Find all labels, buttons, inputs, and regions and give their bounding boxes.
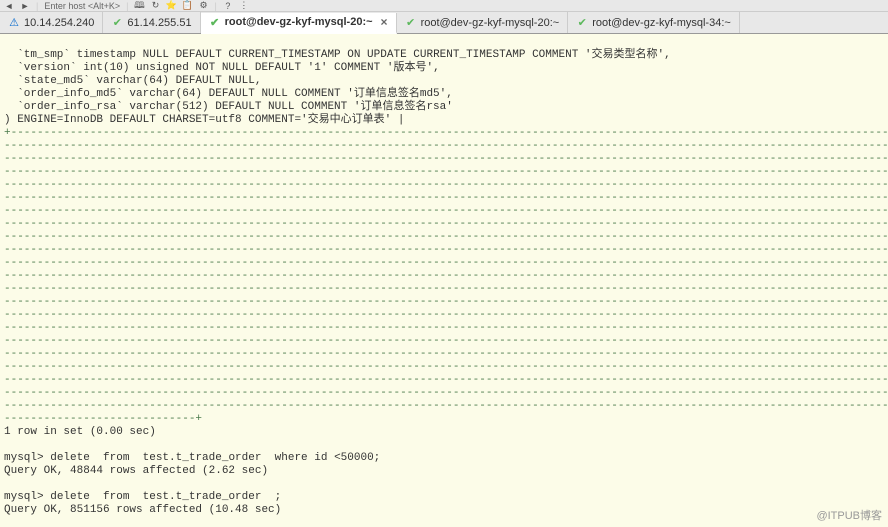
tab-1[interactable]: ✔ 61.14.255.51 bbox=[103, 12, 200, 33]
result-1: Query OK, 48844 rows affected (2.62 sec) bbox=[4, 465, 268, 477]
table-border: ----------------------------------------… bbox=[4, 205, 888, 217]
tab-3[interactable]: ✔ root@dev-gz-kyf-mysql-20:~ bbox=[397, 12, 569, 33]
table-border: ----------------------------------------… bbox=[4, 335, 888, 347]
ddl-line: `order_info_md5` varchar(64) DEFAULT NUL… bbox=[4, 88, 453, 100]
table-border: ----------------------------------------… bbox=[4, 283, 888, 295]
more-icon[interactable]: ⋮ bbox=[239, 1, 249, 11]
table-border: ----------------------------------------… bbox=[4, 192, 888, 204]
table-border: ----------------------------------------… bbox=[4, 361, 888, 373]
ddl-line: `version` int(10) unsigned NOT NULL DEFA… bbox=[4, 62, 440, 74]
tab-label: root@dev-gz-kyf-mysql-34:~ bbox=[592, 17, 731, 29]
terminal-output[interactable]: `tm_smp` timestamp NULL DEFAULT CURRENT_… bbox=[0, 34, 888, 527]
separator: | bbox=[214, 1, 216, 11]
table-border: ----------------------------------------… bbox=[4, 218, 888, 230]
table-border: ----------------------------------------… bbox=[4, 387, 888, 399]
table-border: ----------------------------------------… bbox=[4, 296, 888, 308]
nav-fwd-icon[interactable]: ► bbox=[20, 1, 30, 11]
table-border: ----------------------------------------… bbox=[4, 153, 888, 165]
tab-0[interactable]: ⚠ 10.14.254.240 bbox=[0, 12, 103, 33]
tool-icon-3[interactable]: ⭐ bbox=[166, 1, 176, 11]
tab-label: root@dev-gz-kyf-mysql-20:~ bbox=[225, 16, 373, 28]
table-border: -----------------------------+ bbox=[4, 413, 202, 425]
tool-icon-5[interactable]: ⚙ bbox=[198, 1, 208, 11]
separator: | bbox=[126, 1, 128, 11]
table-border: ----------------------------------------… bbox=[4, 400, 888, 412]
tool-icon-4[interactable]: 📋 bbox=[182, 1, 192, 11]
ddl-line: `order_info_rsa` varchar(512) DEFAULT NU… bbox=[4, 101, 453, 113]
ddl-line: ) ENGINE=InnoDB DEFAULT CHARSET=utf8 COM… bbox=[4, 114, 404, 126]
tab-label: root@dev-gz-kyf-mysql-20:~ bbox=[421, 17, 560, 29]
tab-bar: ⚠ 10.14.254.240 ✔ 61.14.255.51 ✔ root@de… bbox=[0, 12, 888, 34]
help-icon[interactable]: ? bbox=[223, 1, 233, 11]
table-border: ----------------------------------------… bbox=[4, 179, 888, 191]
table-border: ----------------------------------------… bbox=[4, 166, 888, 178]
tool-icon-1[interactable]: 🕮 bbox=[134, 1, 144, 11]
toolbar-top: ◄ ► | Enter host <Alt+K> | 🕮 ↻ ⭐ 📋 ⚙ | ?… bbox=[0, 0, 888, 12]
sql-line-1: mysql> delete from test.t_trade_order wh… bbox=[4, 452, 380, 464]
table-border: ----------------------------------------… bbox=[4, 309, 888, 321]
table-border: ----------------------------------------… bbox=[4, 374, 888, 386]
table-border: +---------------------------------------… bbox=[4, 127, 888, 139]
table-border: ----------------------------------------… bbox=[4, 257, 888, 269]
nav-back-icon[interactable]: ◄ bbox=[4, 1, 14, 11]
tool-icon-2[interactable]: ↻ bbox=[150, 1, 160, 11]
tab-4[interactable]: ✔ root@dev-gz-kyf-mysql-34:~ bbox=[568, 12, 740, 33]
table-border: ----------------------------------------… bbox=[4, 270, 888, 282]
check-icon: ✔ bbox=[576, 17, 588, 29]
table-border: ----------------------------------------… bbox=[4, 140, 888, 152]
host-input[interactable]: Enter host <Alt+K> bbox=[44, 1, 120, 11]
check-icon: ✔ bbox=[405, 17, 417, 29]
sql-line-2: mysql> delete from test.t_trade_order ; bbox=[4, 491, 281, 503]
check-icon: ✔ bbox=[209, 16, 221, 28]
tab-2[interactable]: ✔ root@dev-gz-kyf-mysql-20:~ × bbox=[201, 13, 397, 34]
table-border: ----------------------------------------… bbox=[4, 348, 888, 360]
close-icon[interactable]: × bbox=[381, 15, 388, 29]
table-border: ----------------------------------------… bbox=[4, 322, 888, 334]
separator: | bbox=[36, 1, 38, 11]
rows-in-set: 1 row in set (0.00 sec) bbox=[4, 426, 156, 438]
tab-label: 61.14.255.51 bbox=[127, 17, 191, 29]
warning-icon: ⚠ bbox=[8, 17, 20, 29]
ddl-line: `tm_smp` timestamp NULL DEFAULT CURRENT_… bbox=[4, 49, 671, 61]
table-border: ----------------------------------------… bbox=[4, 231, 888, 243]
check-icon: ✔ bbox=[111, 17, 123, 29]
table-border: ----------------------------------------… bbox=[4, 244, 888, 256]
tab-label: 10.14.254.240 bbox=[24, 17, 94, 29]
result-2: Query OK, 851156 rows affected (10.48 se… bbox=[4, 504, 281, 516]
watermark: @ITPUB博客 bbox=[816, 507, 882, 523]
ddl-line: `state_md5` varchar(64) DEFAULT NULL, bbox=[4, 75, 261, 87]
